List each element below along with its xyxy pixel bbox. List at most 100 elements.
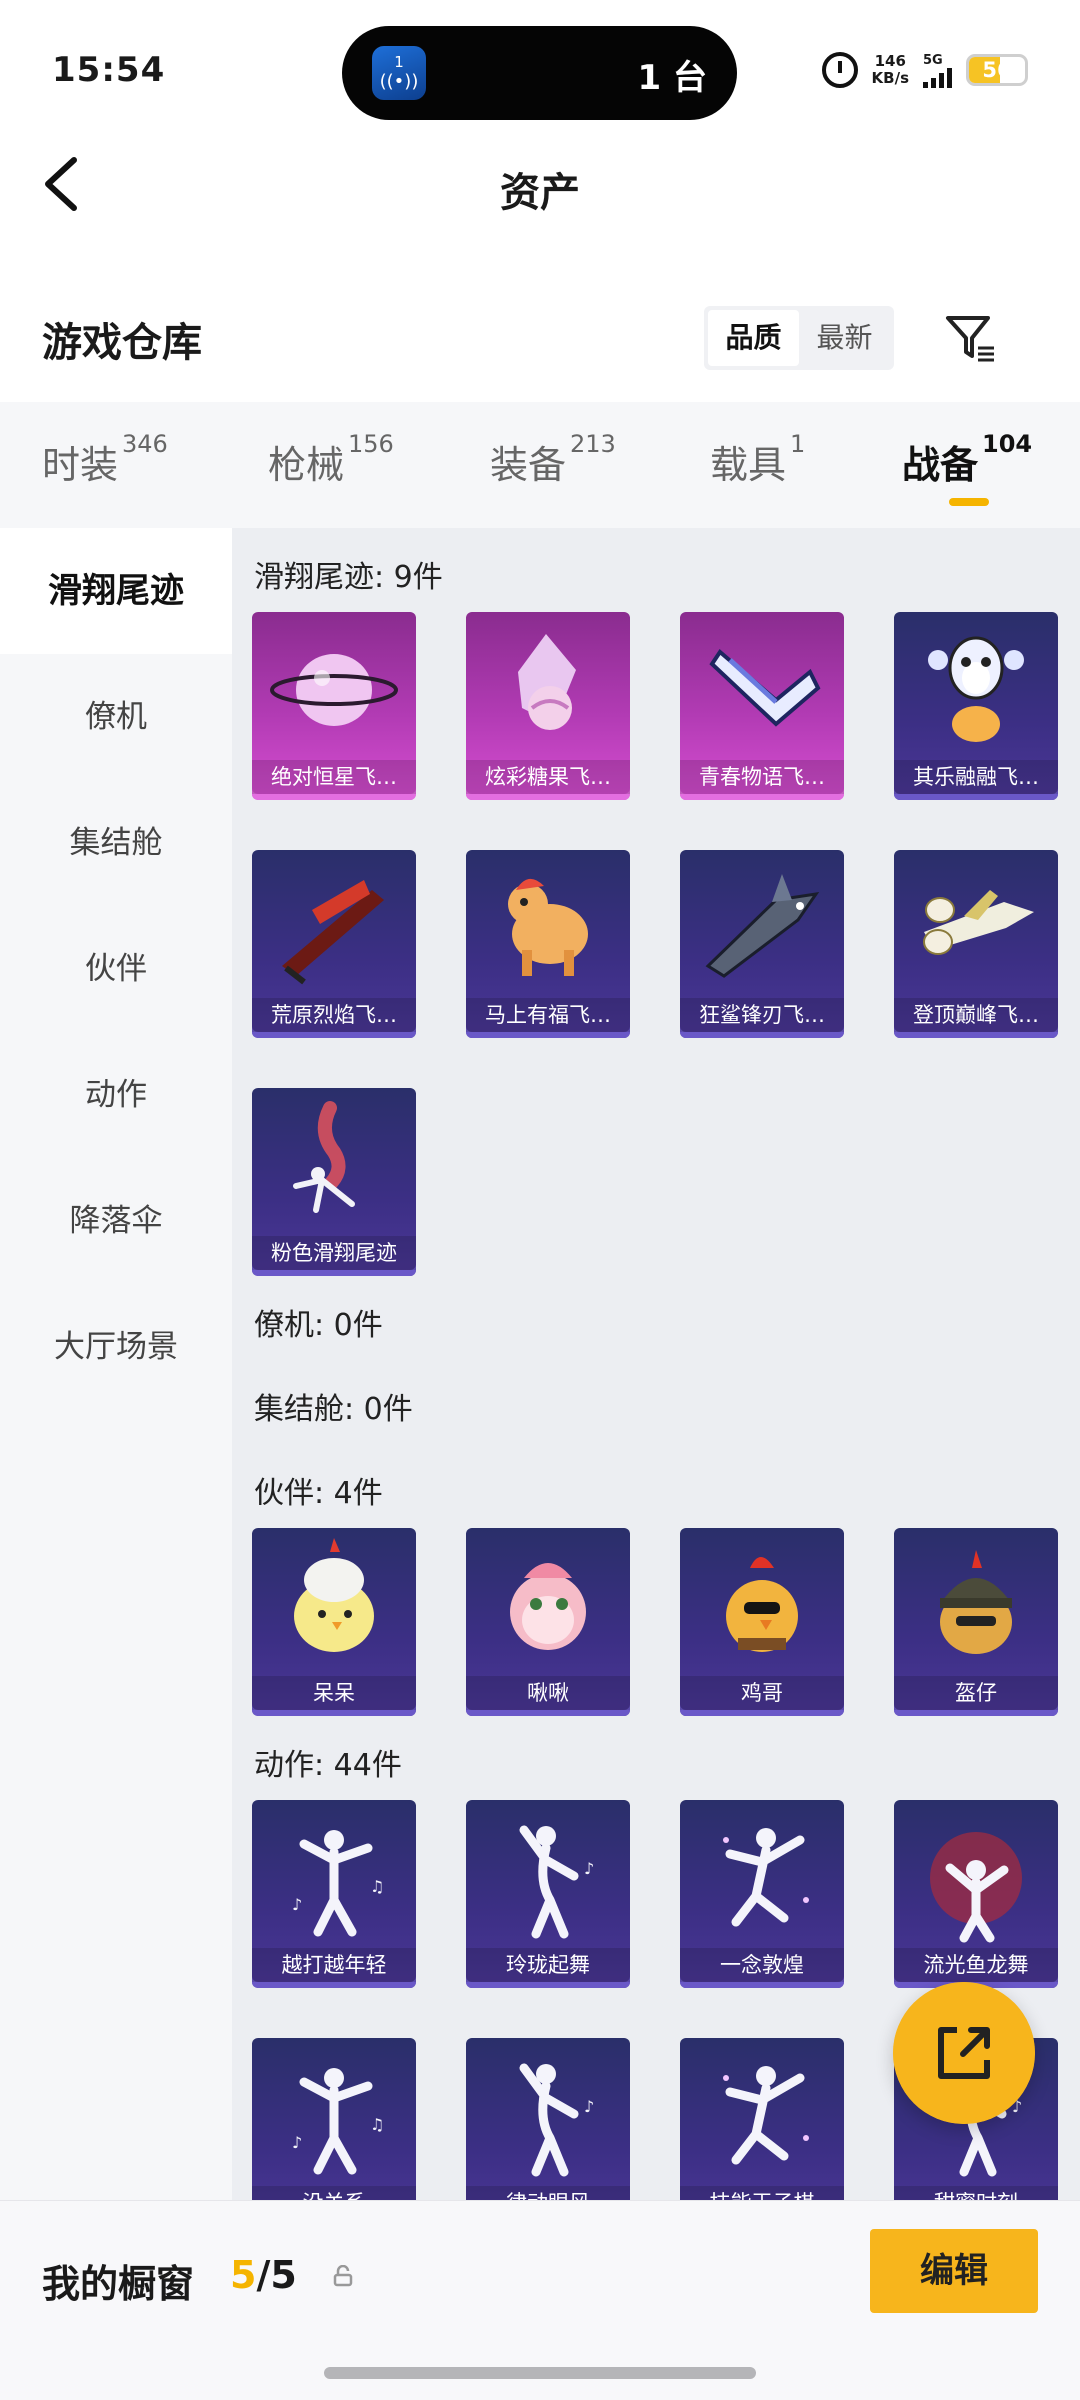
item-name: 技能王子棋	[680, 2186, 844, 2200]
item-name: 马上有福飞…	[466, 998, 630, 1032]
hotspot-app-icon: 1 ((•))	[372, 46, 426, 100]
item-card[interactable]: 荒原烈焰飞…	[252, 850, 416, 1038]
home-indicator[interactable]	[324, 2367, 756, 2379]
sidebar-item-wingman[interactable]: 僚机	[0, 654, 232, 780]
page-title: 资产	[500, 170, 580, 216]
item-artwork-icon	[723, 2066, 809, 2165]
sidebar-item-capsule[interactable]: 集结舱	[0, 780, 232, 906]
dynamic-island[interactable]: 1 ((•)) 1 台	[342, 26, 737, 120]
tab-fashion[interactable]: 时装 346	[42, 430, 168, 489]
signal-icon: 5G	[923, 53, 952, 88]
sidebar-item-partner[interactable]: 伙伴	[0, 906, 232, 1032]
item-name: 越打越年轻	[252, 1948, 416, 1982]
item-artwork-icon	[294, 1538, 374, 1652]
tab-label: 载具	[710, 443, 787, 487]
item-name: 登顶巅峰飞…	[894, 998, 1058, 1032]
item-name: 啾啾	[466, 1676, 630, 1710]
showcase-count: 5/5	[230, 2253, 297, 2297]
tab-guns[interactable]: 枪械 156	[268, 430, 394, 489]
item-artwork-icon	[282, 880, 384, 985]
warehouse-header: 游戏仓库 品质 最新	[0, 300, 1080, 380]
net-speed-value: 146	[874, 52, 906, 70]
tab-count: 104	[982, 430, 1033, 458]
tab-label: 装备	[490, 443, 567, 487]
item-artwork-icon	[930, 1832, 1022, 1943]
group-title-emote: 动作: 44件	[254, 1748, 402, 1783]
item-artwork-icon	[923, 890, 1034, 955]
tab-vehicles[interactable]: 载具 1	[710, 430, 805, 489]
item-card[interactable]: ♪ 律动眼风	[466, 2038, 630, 2200]
item-card[interactable]: 盔仔	[894, 1528, 1058, 1716]
sort-toggle: 品质 最新	[704, 306, 894, 370]
item-name: 盔仔	[894, 1676, 1058, 1710]
status-bar: 15:54 1 ((•)) 1 台 146 KB/s 5G 56	[0, 0, 1080, 140]
status-indicators: 146 KB/s 5G 56	[821, 52, 1028, 88]
tab-equipment[interactable]: 装备 213	[490, 430, 616, 489]
item-name: 一念敦煌	[680, 1948, 844, 1982]
item-card[interactable]: 其乐融融飞…	[894, 612, 1058, 800]
item-card[interactable]: 登顶巅峰飞…	[894, 850, 1058, 1038]
group-title-wingman: 僚机: 0件	[254, 1308, 383, 1343]
item-name: 其乐融融飞…	[894, 760, 1058, 794]
svg-text:♪: ♪	[292, 2133, 302, 2152]
item-card[interactable]: 青春物语飞…	[680, 612, 844, 800]
island-device-count: 1 台	[637, 58, 708, 98]
item-artwork-icon: ♪♫	[292, 2068, 384, 2175]
sidebar-item-parachute[interactable]: 降落伞	[0, 1158, 232, 1284]
item-name: 玲珑起舞	[466, 1948, 630, 1982]
edit-button[interactable]: 编辑	[870, 2229, 1038, 2313]
sidebar-item-emote[interactable]: 动作	[0, 1032, 232, 1158]
alarm-icon	[821, 52, 858, 88]
item-card[interactable]: 呆呆	[252, 1528, 416, 1716]
item-artwork-icon: ♪♫	[292, 1830, 384, 1937]
svg-text:♪: ♪	[584, 1859, 594, 1878]
item-name: 绝对恒星飞…	[252, 760, 416, 794]
item-name: 粉色滑翔尾迹	[252, 1236, 416, 1270]
item-artwork-icon	[726, 1557, 798, 1652]
item-artwork-icon	[510, 1563, 586, 1650]
item-artwork-icon	[270, 654, 398, 726]
filter-icon[interactable]	[942, 310, 998, 366]
item-card[interactable]: ♪ ♫ 越打越年轻	[252, 1800, 416, 1988]
showcase-count-total: /5	[256, 2253, 297, 2297]
item-card[interactable]: ♪ 玲珑起舞	[466, 1800, 630, 1988]
item-artwork-icon	[518, 634, 576, 730]
item-card[interactable]: 马上有福飞…	[466, 850, 630, 1038]
item-artwork-icon	[705, 874, 820, 978]
svg-text:♪: ♪	[584, 2097, 594, 2116]
battery-level: 56	[982, 58, 1012, 82]
item-card[interactable]: 绝对恒星飞…	[252, 612, 416, 800]
svg-text:♪: ♪	[292, 1895, 302, 1914]
item-card[interactable]: ♪♫没关系	[252, 2038, 416, 2200]
item-card[interactable]: 鸡哥	[680, 1528, 844, 1716]
tab-count: 1	[790, 430, 806, 458]
active-tab-indicator	[949, 498, 989, 506]
showcase-title: 我的橱窗	[42, 2262, 195, 2306]
tab-count: 346	[122, 430, 168, 458]
sort-quality-button[interactable]: 品质	[708, 310, 799, 366]
tab-count: 213	[570, 430, 616, 458]
item-artwork-icon	[508, 878, 588, 976]
battery-icon: 56	[966, 54, 1028, 86]
item-artwork-icon	[293, 1101, 355, 1213]
tab-label: 战备	[902, 443, 979, 487]
tab-label: 枪械	[268, 443, 345, 487]
sort-newest-button[interactable]: 最新	[799, 310, 890, 366]
sidebar-item-lobby-scene[interactable]: 大厅场景	[0, 1284, 232, 1410]
item-name: 荒原烈焰飞…	[252, 998, 416, 1032]
item-card[interactable]: 炫彩糖果飞…	[466, 612, 630, 800]
item-artwork-icon	[709, 649, 821, 727]
item-card[interactable]: 一念敦煌	[680, 1800, 844, 1988]
item-card[interactable]: 啾啾	[466, 1528, 630, 1716]
net-speed-unit: KB/s	[871, 69, 909, 87]
item-name: 鸡哥	[680, 1676, 844, 1710]
tab-supplies[interactable]: 战备 104	[902, 430, 1032, 489]
item-card[interactable]: 粉色滑翔尾迹	[252, 1088, 416, 1276]
item-artwork-icon: ♪	[519, 2063, 594, 2177]
tab-label: 时装	[42, 443, 119, 487]
share-fab-icon[interactable]	[893, 1982, 1035, 2124]
sidebar-item-glide-trail[interactable]: 滑翔尾迹	[0, 528, 232, 654]
item-card[interactable]: 流光鱼龙舞	[894, 1800, 1058, 1988]
item-card[interactable]: 技能王子棋	[680, 2038, 844, 2200]
item-card[interactable]: 狂鲨锋刃飞…	[680, 850, 844, 1038]
